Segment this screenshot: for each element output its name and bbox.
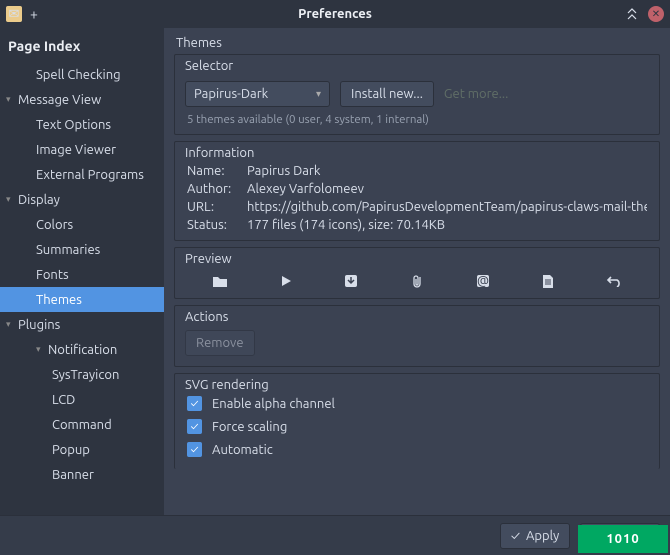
apply-label: Apply <box>526 529 559 543</box>
footer-bar: ✓ Apply Cancel <box>0 515 670 555</box>
watermark-badge: 1010 <box>578 525 668 553</box>
tree-item-themes[interactable]: Themes <box>0 287 164 312</box>
info-author-label: Author: <box>187 182 247 196</box>
maximize-button[interactable] <box>624 6 640 22</box>
theme-select[interactable]: Papirus-Dark ▾ <box>185 81 330 107</box>
undo-icon <box>603 272 625 290</box>
theme-select-value: Papirus-Dark <box>194 87 268 101</box>
get-more-link[interactable]: Get more... <box>444 87 508 101</box>
sidebar: Page Index Spell CheckingMessage ViewTex… <box>0 28 164 555</box>
tree-item-colors[interactable]: Colors <box>0 212 164 237</box>
window-title: Preferences <box>298 7 372 21</box>
chevron-down-icon: ▾ <box>316 88 321 100</box>
tree-item-popup[interactable]: Popup <box>0 437 164 462</box>
selector-label: Selector <box>175 55 659 73</box>
page-title: Themes <box>174 36 660 50</box>
sidebar-title: Page Index <box>0 34 164 62</box>
info-name-value: Papirus Dark <box>247 164 647 178</box>
new-tab-button[interactable]: + <box>30 6 38 22</box>
download-icon <box>340 272 362 290</box>
app-icon: ✉ <box>6 6 22 22</box>
tree-item-banner[interactable]: Banner <box>0 462 164 487</box>
remove-button[interactable]: Remove <box>185 330 255 356</box>
info-url-value: https://github.com/PapirusDevelopmentTea… <box>247 200 647 214</box>
tree-item-spell-checking[interactable]: Spell Checking <box>0 62 164 87</box>
install-new-button[interactable]: Install new... <box>340 81 434 107</box>
info-url-label: URL: <box>187 200 247 214</box>
automatic-label: Automatic <box>212 443 273 457</box>
tree-item-display[interactable]: Display <box>0 187 164 212</box>
svg-text:@: @ <box>477 274 489 288</box>
tree-item-fonts[interactable]: Fonts <box>0 262 164 287</box>
play-icon <box>275 272 297 290</box>
close-button[interactable]: ✕ <box>648 6 664 22</box>
titlebar: ✉ + Preferences ✕ <box>0 0 670 28</box>
force-scaling-checkbox[interactable]: ✓ <box>187 419 202 434</box>
tree-item-lcd[interactable]: LCD <box>0 387 164 412</box>
at-icon: @ <box>472 272 494 290</box>
tree-item-command[interactable]: Command <box>0 412 164 437</box>
tree-item-systrayicon[interactable]: SysTrayicon <box>0 362 164 387</box>
enable-alpha-label: Enable alpha channel <box>212 397 335 411</box>
info-status-value: 177 files (174 icons), size: 70.14KB <box>247 218 647 232</box>
check-icon: ✓ <box>511 529 520 543</box>
actions-label: Actions <box>175 306 659 324</box>
tree-item-text-options[interactable]: Text Options <box>0 112 164 137</box>
enable-alpha-checkbox[interactable]: ✓ <box>187 396 202 411</box>
document-icon <box>537 272 559 290</box>
tree-item-notification[interactable]: Notification <box>0 337 164 362</box>
tree-item-summaries[interactable]: Summaries <box>0 237 164 262</box>
themes-count-hint: 5 themes available (0 user, 4 system, 1 … <box>175 111 659 134</box>
svg-rendering-label: SVG rendering <box>175 374 659 392</box>
apply-button[interactable]: ✓ Apply <box>500 523 570 549</box>
attachment-icon <box>406 272 428 290</box>
info-author-value: Alexey Varfolomeev <box>247 182 647 196</box>
preview-icons-row: @ <box>175 266 659 298</box>
tree-item-external-programs[interactable]: External Programs <box>0 162 164 187</box>
tree-item-plugins[interactable]: Plugins <box>0 312 164 337</box>
information-label: Information <box>175 142 659 160</box>
folder-icon <box>209 272 231 290</box>
preview-label: Preview <box>175 248 659 266</box>
tree-item-message-view[interactable]: Message View <box>0 87 164 112</box>
content-pane: Themes Selector Papirus-Dark ▾ Install n… <box>164 28 670 555</box>
info-status-label: Status: <box>187 218 247 232</box>
info-name-label: Name: <box>187 164 247 178</box>
force-scaling-label: Force scaling <box>212 420 287 434</box>
tree-item-image-viewer[interactable]: Image Viewer <box>0 137 164 162</box>
automatic-checkbox[interactable]: ✓ <box>187 442 202 457</box>
